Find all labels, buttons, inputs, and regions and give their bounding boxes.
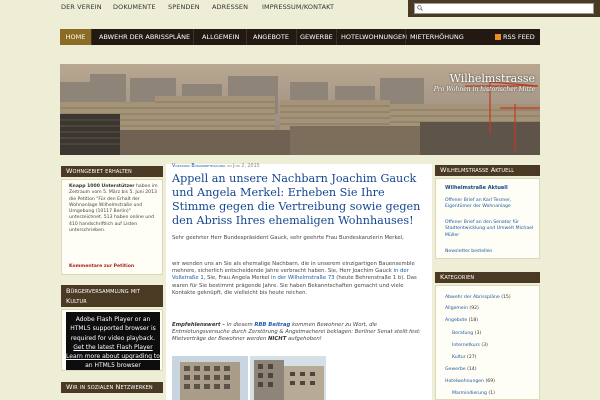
article-photo[interactable] xyxy=(250,356,326,400)
flash-fallback-message: Adobe Flash Player or an HTML5 supported… xyxy=(66,315,160,371)
lead-text: aufgehoben! xyxy=(288,336,322,343)
article-photo[interactable] xyxy=(172,356,248,400)
paragraph-text: , Sie, Frau Angela Merkel xyxy=(203,275,270,282)
widget-title-categories: Kategorien xyxy=(435,272,540,283)
category-count: (69) xyxy=(485,379,495,384)
header-banner[interactable]: Wilhelmstrasse Pro Wohnen in historische… xyxy=(60,64,540,155)
post-date-prefix: on xyxy=(227,164,232,169)
category-item[interactable]: Angebote (18) xyxy=(445,318,478,323)
mainnav-item-home[interactable]: HOME xyxy=(60,29,91,45)
mainnav-item-mieterhoehung[interactable]: MIETERHÖHUNG xyxy=(406,29,468,45)
topnav-item-impressum[interactable]: IMPRESSUM/KONTAKT xyxy=(262,3,334,11)
video-player[interactable]: Adobe Flash Player or an HTML5 supported… xyxy=(66,312,160,370)
post-category-link[interactable]: Bürgerbeteiligung xyxy=(191,164,225,169)
news-widget: Wilhelmstraße Aktuell Offener Brief an K… xyxy=(435,178,540,259)
rbb-link[interactable]: RBB Beitrag xyxy=(254,322,290,328)
topnav-item-verein[interactable]: DER VEREIN xyxy=(61,3,102,11)
mainnav-item-gewerbe[interactable]: GEWERBE xyxy=(296,29,337,45)
mainnav-item-angebote[interactable]: ANGEBOTE xyxy=(249,29,293,45)
search-icon[interactable] xyxy=(417,5,423,11)
get-flash-link[interactable]: Get the latest Flash Player xyxy=(66,343,160,352)
category-count: (27) xyxy=(467,355,477,360)
category-name: Abwehr der Abrisspläne xyxy=(445,295,500,300)
widget-title-social: Wir in sozialen Netzwerken xyxy=(61,382,163,393)
category-count: (15) xyxy=(501,295,511,300)
meeting-widget: Adobe Flash Player or an HTML5 supported… xyxy=(61,309,163,371)
topnav-item-adressen[interactable]: ADRESSEN xyxy=(212,3,248,11)
nav-divider xyxy=(246,29,247,45)
petition-comments-link[interactable]: Kommentare zur Petition xyxy=(69,264,134,270)
category-name: Allgemein xyxy=(445,306,468,311)
post-date: Juni 2, 2015 xyxy=(233,164,260,169)
topnav-item-dokumente[interactable]: DOKUMENTE xyxy=(113,3,156,11)
news-item[interactable]: Wilhelmstraße Aktuell xyxy=(445,185,537,191)
mainnav-item-hotelwohnungen[interactable]: HOTELWOHNUNGEN xyxy=(337,29,411,45)
category-item[interactable]: Hotelwohnungen (69) xyxy=(445,379,495,384)
news-item[interactable]: Offener Brief an den Senator für Stadten… xyxy=(445,220,537,239)
flash-line: an HTML5 browser xyxy=(85,362,141,370)
flash-line: Adobe Flash Player or an xyxy=(75,316,151,323)
topnav-item-spenden[interactable]: SPENDEN xyxy=(168,3,200,11)
petition-intro-bold: Knapp 1000 Unterstützer xyxy=(69,184,135,189)
category-name: Kultur xyxy=(452,355,466,360)
category-name: Internetkurs xyxy=(452,343,480,348)
mainnav-item-abwehr[interactable]: ABWEHR DER ABRISSPLÄNE xyxy=(95,29,194,45)
category-item[interactable]: Abwehr der Abrisspläne (15) xyxy=(445,295,511,300)
category-count: (14) xyxy=(467,367,477,372)
lead-emphasis: NICHT xyxy=(267,336,287,343)
lead-text: In diesem xyxy=(226,322,253,328)
news-item[interactable]: Offener Brief an Karl Tesmer, Eigentümer… xyxy=(445,198,537,211)
category-item[interactable]: Gewerbe (14) xyxy=(445,367,477,372)
search-input[interactable] xyxy=(414,3,594,14)
post-lead: Empfehlenswert – In diesem RBB Beitrag k… xyxy=(172,322,428,344)
category-count: (18) xyxy=(468,318,479,323)
wilhelmstrasse-link[interactable]: in der Wilhelmstraße 73 xyxy=(271,275,335,281)
category-name: Beratung xyxy=(452,331,474,336)
category-item[interactable]: Allgemein (92) xyxy=(445,306,479,311)
rss-feed-label: RSS FEED xyxy=(503,33,535,41)
category-name: Gewerbe xyxy=(445,367,466,372)
category-count: (3) xyxy=(474,331,482,336)
category-count: (92) xyxy=(469,306,479,311)
post-title[interactable]: Appell an unsere Nachbarn Joachim Gauck … xyxy=(172,172,430,228)
site-title[interactable]: Wilhelmstrasse xyxy=(450,72,535,85)
rss-icon xyxy=(495,34,501,40)
category-item[interactable]: Internetkurs (3) xyxy=(452,343,488,348)
widget-title-petition: Wohngebiet erhalten xyxy=(61,166,163,177)
category-name: Hotelwohnungen xyxy=(445,379,485,384)
categories-widget: Abwehr der Abrisspläne (15) Allgemein (9… xyxy=(435,285,540,400)
flash-line: required for video playback. xyxy=(70,334,156,342)
post-salutation: Sehr geehrter Herr Bundespräsident Gauck… xyxy=(172,235,404,241)
mainnav-item-allgemein[interactable]: ALLGEMEIN xyxy=(198,29,243,45)
petition-widget: Knapp 1000 Unterstützer haben im Zeitrau… xyxy=(61,179,163,275)
paragraph-text: wir wenden uns an Sie als ehemalige Nach… xyxy=(172,261,415,275)
category-count: (1) xyxy=(488,391,495,396)
news-item[interactable]: Newsletter bestellen xyxy=(445,249,537,255)
main-article: Vorstand Bürgerbeteiligung on Juni 2, 20… xyxy=(166,164,432,400)
category-count: (3) xyxy=(481,343,488,348)
nav-divider xyxy=(91,29,92,45)
widget-title-meeting: Bürgerversammlung mit Kultur xyxy=(61,285,163,307)
petition-text: Knapp 1000 Unterstützer haben im Zeitrau… xyxy=(69,184,161,234)
petition-intro-text: haben im Zeitraum vom 5. März bis 5. Jun… xyxy=(69,184,158,234)
rss-feed-link[interactable]: RSS FEED xyxy=(491,29,539,45)
widget-title-news: Wilhelmstrasse Aktuell xyxy=(435,165,540,176)
learn-more-link[interactable]: Learn more about upgrading to xyxy=(66,352,160,361)
site-tagline: Pro Wohnen in historischer Mitte xyxy=(433,86,535,93)
category-name: Marmindierung xyxy=(452,391,487,396)
category-item[interactable]: Marmindierung (1) xyxy=(452,391,495,396)
post-category-link[interactable]: Vorstand xyxy=(172,164,190,169)
main-nav: HOME ABWEHR DER ABRISSPLÄNE ALLGEMEIN AN… xyxy=(60,29,540,45)
nav-divider xyxy=(193,29,194,45)
post-meta: Vorstand Bürgerbeteiligung on Juni 2, 20… xyxy=(172,164,260,169)
flash-line: HTML5 supported browser is xyxy=(70,325,156,333)
category-item[interactable]: Kultur (27) xyxy=(452,355,476,360)
lead-label: Empfehlenswert – xyxy=(172,322,226,328)
post-paragraph: wir wenden uns an Sie als ehemalige Nach… xyxy=(172,261,428,297)
search-bar xyxy=(408,0,600,17)
category-name: Angebote xyxy=(445,318,468,323)
category-item[interactable]: Beratung (3) xyxy=(452,331,481,336)
